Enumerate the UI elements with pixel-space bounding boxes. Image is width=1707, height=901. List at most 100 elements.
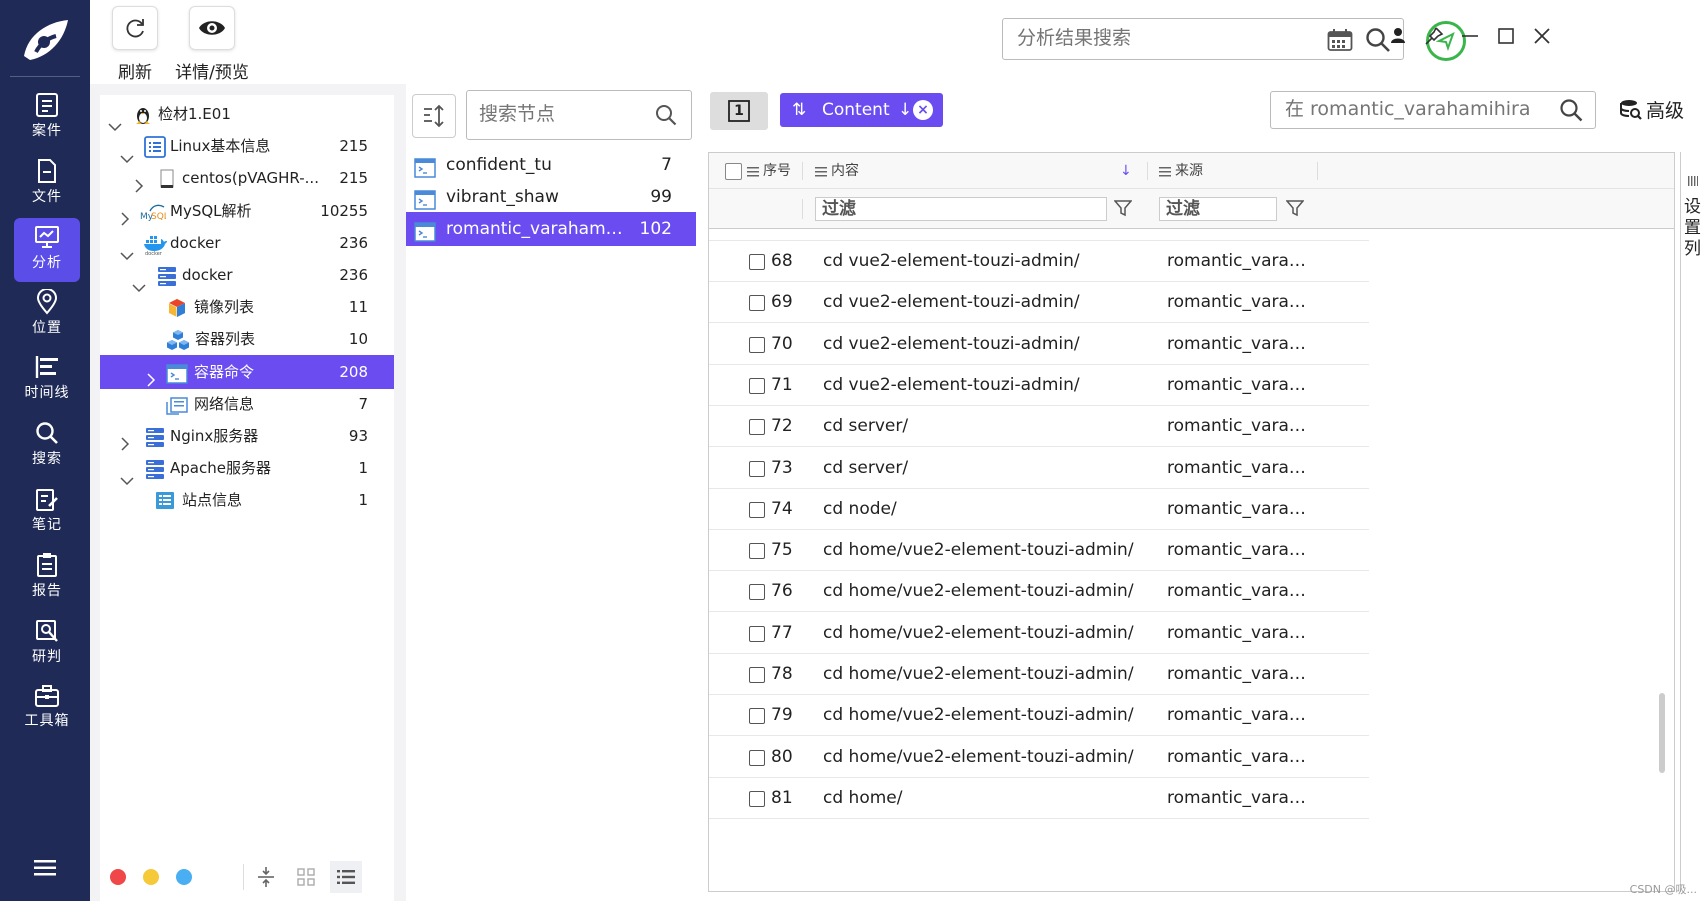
maximize-icon[interactable] [1496, 26, 1516, 46]
tree-node[interactable]: centos(pVAGHR-... 215 [100, 161, 394, 195]
analysis-search[interactable] [1002, 18, 1404, 60]
nav-item-toolbox[interactable]: 工具箱 [14, 678, 80, 742]
row-checkbox[interactable] [749, 254, 765, 270]
table-row[interactable]: 72 cd server/romantic_varaham... [709, 406, 1369, 448]
refresh-button[interactable]: 刷新 [112, 6, 158, 83]
tree-node[interactable]: 容器列表 10 [100, 322, 394, 356]
server-icon [144, 426, 166, 448]
table-row[interactable]: 68 cd vue2-element-touzi-admin/romantic_v… [709, 241, 1369, 282]
node-item[interactable]: romantic_varahamih... 102 [406, 212, 696, 246]
search-icon[interactable] [655, 104, 677, 126]
row-checkbox[interactable] [749, 336, 765, 353]
app-logo [14, 12, 76, 70]
blue-color-dot[interactable] [176, 869, 192, 885]
grid-view-button[interactable] [290, 861, 322, 893]
watermark-credit: CSDN @吸... [1629, 883, 1697, 896]
tree-node[interactable]: Linux基本信息 215 [100, 129, 394, 164]
row-checkbox[interactable] [749, 501, 765, 518]
pin-icon[interactable] [1424, 26, 1444, 46]
nav-item-timeline[interactable]: 时间线 [14, 348, 80, 412]
nav-item-case[interactable]: 案件 [14, 86, 80, 150]
red-color-dot[interactable] [110, 869, 126, 885]
nav-item-note[interactable]: 笔记 [14, 480, 80, 544]
table-row[interactable]: 74 cd node/romantic_varaham... [709, 489, 1369, 530]
cell-seq: 80 [771, 746, 793, 767]
tree-node[interactable]: 站点信息 1 [100, 483, 394, 517]
table-row[interactable]: 81 cd home/romantic_varaham... [709, 778, 1369, 819]
column-header-source[interactable]: 来源 [1159, 153, 1203, 189]
user-icon[interactable] [1388, 26, 1408, 46]
yellow-color-dot[interactable] [143, 869, 159, 885]
node-search[interactable] [466, 90, 692, 140]
tree-node-count: 10 [348, 330, 368, 349]
in-node-search-input[interactable] [1285, 98, 1535, 120]
table-row[interactable]: 79 cd home/vue2-element-touzi-admin/roman… [709, 695, 1369, 737]
row-checkbox[interactable] [749, 377, 765, 394]
node-search-input[interactable] [479, 103, 639, 125]
table-row[interactable]: 80 cd home/vue2-element-touzi-admin/roman… [709, 737, 1369, 778]
row-checkbox[interactable] [749, 667, 765, 683]
table-row[interactable]: 76 cd home/vue2-element-touzi-admin/roman… [709, 571, 1369, 613]
node-item[interactable]: confident_tu 7 [406, 148, 696, 182]
nav-item-report[interactable]: 报告 [14, 546, 80, 610]
table-row[interactable]: 70 cd vue2-element-touzi-admin/romantic_v… [709, 324, 1369, 365]
tree-node[interactable]: 镜像列表 11 [100, 290, 394, 324]
column-header-content[interactable]: 内容 [815, 153, 859, 189]
row-checkbox[interactable] [749, 790, 765, 807]
sort-button[interactable] [412, 94, 456, 138]
row-checkbox[interactable] [749, 295, 765, 312]
sort-desc-icon[interactable]: ↓ [1120, 153, 1132, 189]
row-checkbox[interactable] [749, 749, 765, 766]
row-checkbox[interactable] [749, 708, 765, 725]
tree-node[interactable]: MySQLMySQL解析 10255 [100, 194, 394, 228]
vertical-scrollbar[interactable] [1659, 693, 1665, 773]
preview-button[interactable]: 详情/预览 [174, 6, 250, 83]
collapse-all-button[interactable] [250, 861, 282, 893]
calendar-icon[interactable] [1327, 28, 1353, 52]
table-row[interactable]: 75 cd home/vue2-element-touzi-admin/roman… [709, 530, 1369, 572]
column-header-seq[interactable]: 序号 [747, 153, 791, 189]
nav-item-file[interactable]: 文件 [14, 152, 80, 216]
select-all-checkbox[interactable] [725, 163, 742, 180]
cell-content: cd home/ [823, 787, 903, 808]
tree-node[interactable]: Apache服务器 1 [100, 451, 394, 486]
column-menu-icon [1159, 167, 1171, 177]
remove-tag-icon[interactable]: × [913, 100, 933, 120]
cell-source: romantic_varaham... [1167, 333, 1315, 354]
row-checkbox[interactable] [749, 460, 765, 477]
nav-item-analysis[interactable]: 分析 [14, 218, 80, 282]
menu-icon[interactable] [34, 859, 56, 881]
analysis-search-input[interactable] [1017, 27, 1317, 49]
list-view-button[interactable] [330, 861, 362, 893]
tree-node[interactable]: docker 236 [100, 258, 394, 293]
column-source-label: 来源 [1175, 163, 1203, 179]
table-row[interactable]: 71 cd vue2-element-touzi-admin/romantic_v… [709, 365, 1369, 406]
sort-tag-content[interactable]: ⇅ Content ↓ × [780, 93, 943, 127]
refresh-label: 刷新 [118, 63, 152, 83]
search-icon[interactable] [1559, 98, 1583, 122]
close-icon[interactable] [1532, 26, 1552, 46]
row-checkbox[interactable] [749, 625, 765, 642]
table-row[interactable]: 77 cd home/vue2-element-touzi-admin/roman… [709, 613, 1369, 654]
node-item[interactable]: vibrant_shaw 99 [406, 180, 696, 214]
in-node-search[interactable] [1270, 91, 1596, 129]
advanced-search-button[interactable]: 高级 [1620, 96, 1684, 123]
tree-node[interactable]: 网络信息 7 [100, 387, 394, 421]
nav-item-judgment[interactable]: 研判 [14, 612, 80, 676]
tree-node[interactable]: Nginx服务器 93 [100, 419, 394, 453]
nav-item-search[interactable]: 搜索 [14, 414, 80, 478]
row-checkbox[interactable] [749, 543, 765, 560]
table-row[interactable]: 69 cd vue2-element-touzi-admin/romantic_v… [709, 282, 1369, 324]
tree-node[interactable]: 容器命令 208 [100, 354, 394, 389]
tree-node[interactable]: docker docker 236 [100, 226, 394, 260]
row-checkbox[interactable] [749, 419, 765, 436]
row-checkbox[interactable] [749, 584, 765, 601]
nav-item-location[interactable]: 位置 [14, 283, 80, 347]
analysis-icon [35, 226, 59, 248]
table-row[interactable]: 73 cd server/romantic_varaham... [709, 448, 1369, 489]
table-row[interactable]: 78 cd home/vue2-element-touzi-admin/roman… [709, 654, 1369, 695]
column-settings-button[interactable]: 设 置 列 [1680, 152, 1704, 892]
minimize-icon[interactable] [1460, 26, 1480, 46]
column-count-button[interactable]: 1 [710, 92, 768, 130]
tree-node[interactable]: 检材1.E01 [100, 97, 394, 132]
